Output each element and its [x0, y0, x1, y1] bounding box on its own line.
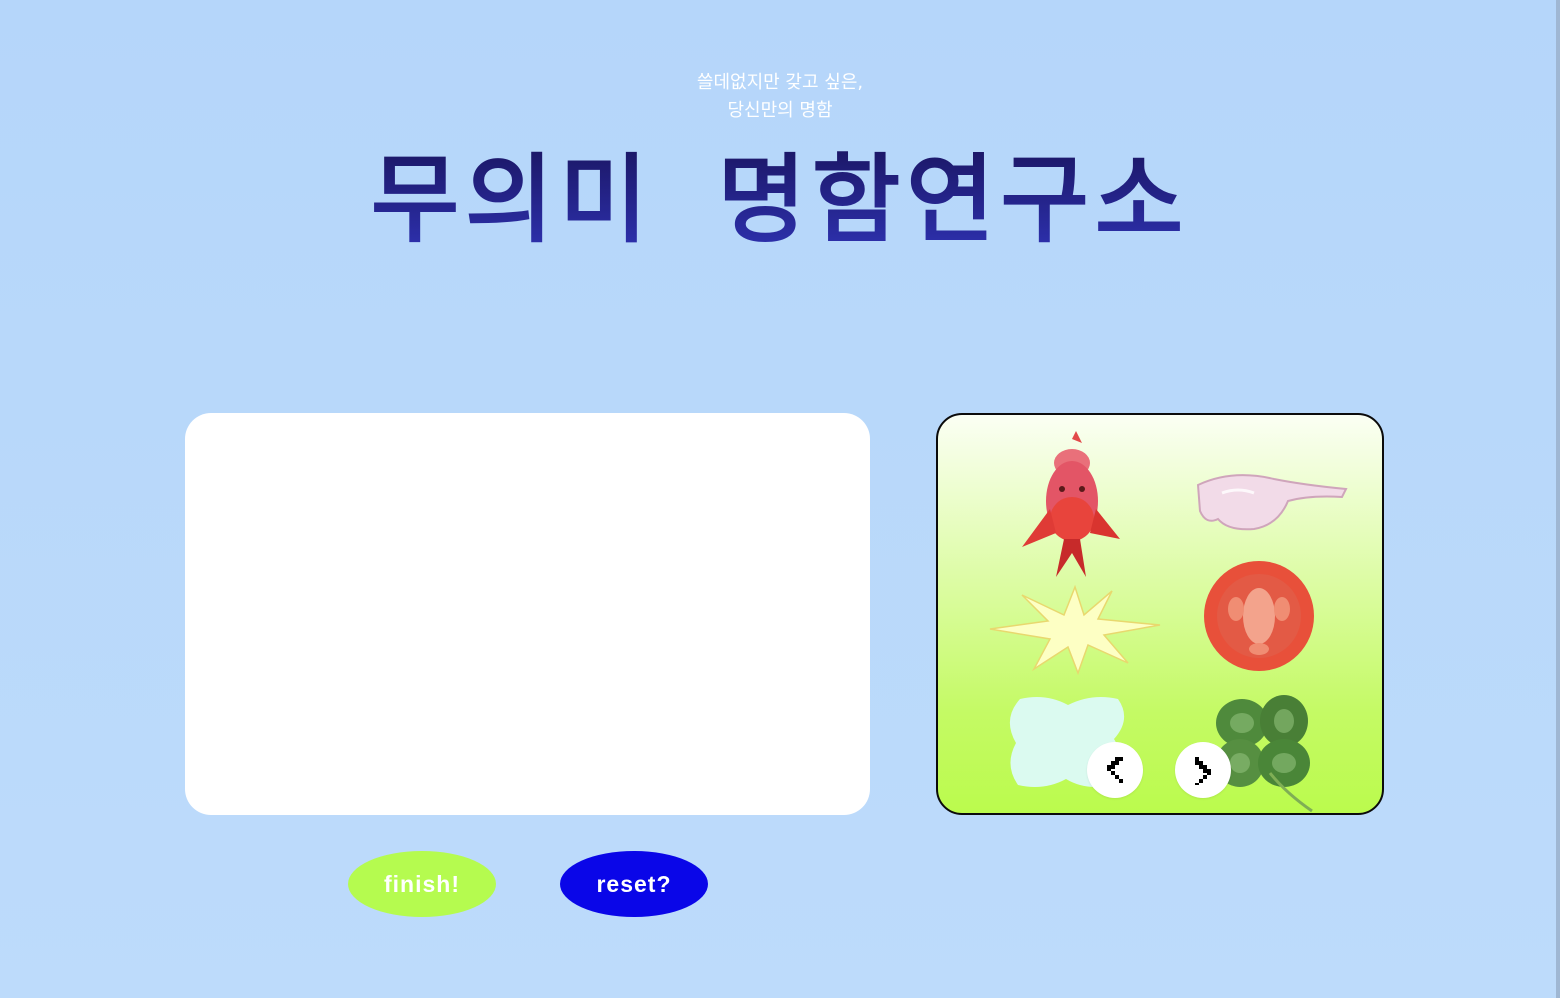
sticker-goldfish[interactable] — [1016, 429, 1124, 579]
sticker-glasses[interactable] — [1192, 463, 1348, 535]
finish-button[interactable]: finish! — [348, 851, 496, 917]
card-canvas[interactable] — [185, 413, 870, 815]
chevron-left-icon — [1107, 757, 1123, 783]
prev-button[interactable] — [1087, 742, 1143, 798]
chevron-right-icon — [1195, 757, 1211, 785]
tagline-line-1: 쓸데없지만 갖고 싶은, — [696, 72, 864, 93]
sticker-panel — [936, 413, 1384, 815]
page-title: 무의미 명함연구소 — [0, 140, 1560, 260]
safety-glasses-icon — [1196, 474, 1348, 531]
sticker-starburst[interactable] — [988, 584, 1162, 676]
next-button[interactable] — [1175, 742, 1231, 798]
tagline-line-2: 당신만의 명함 — [727, 100, 833, 121]
tomato-slice-icon — [1204, 561, 1314, 671]
sticker-tomato[interactable] — [1202, 559, 1316, 673]
sticker-clover[interactable] — [1212, 693, 1318, 813]
goldfish-icon — [1022, 431, 1120, 577]
clover-icon — [1216, 695, 1313, 813]
reset-button[interactable]: reset? — [560, 851, 708, 917]
starburst-icon — [989, 584, 1161, 676]
